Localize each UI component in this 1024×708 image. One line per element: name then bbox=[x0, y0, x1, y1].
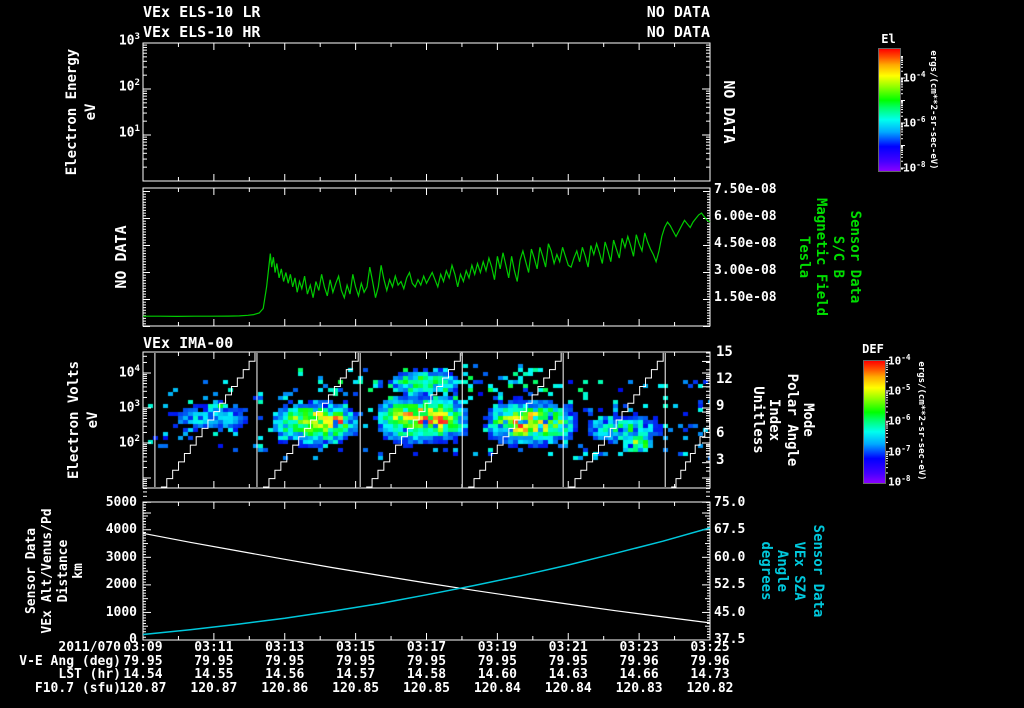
ima-right-label-index: Index bbox=[766, 398, 782, 442]
ima-colorbar-title: DEF bbox=[862, 342, 884, 356]
ima-cbar-tick: 10-8 bbox=[888, 474, 911, 489]
mag-ytick: 3.00e-08 bbox=[714, 263, 777, 279]
eph-alt-tick: 4000 bbox=[105, 522, 137, 538]
eph-left-label-alt: VEx Alt/Venus/Pd bbox=[40, 508, 55, 634]
mag-nodata: NO DATA bbox=[112, 225, 130, 289]
els-colorbar-unit: ergs/(cm**2-sr-sec-eV) bbox=[928, 50, 938, 170]
ima-right-label-polar-angle: Polar Angle bbox=[784, 373, 800, 467]
els-ylabel-unit: eV bbox=[83, 103, 99, 121]
els-cbar-tick: 10-6 bbox=[903, 115, 926, 130]
ima-ytick: 103 bbox=[118, 399, 140, 416]
science-summary-plot: VEx ELS-10 LR VEx ELS-10 HR NO DATA NO D… bbox=[0, 0, 1024, 708]
eph-sza-tick: 75.0 bbox=[714, 495, 746, 510]
time-label: 03:19 bbox=[477, 640, 517, 655]
mag-ytick: 4.50e-08 bbox=[714, 236, 777, 252]
els-ylabel: Electron Energy bbox=[64, 48, 80, 176]
lst-value: 14.57 bbox=[336, 667, 376, 682]
f107-value: 120.87 bbox=[119, 681, 167, 696]
ima-right-label-mode: Mode bbox=[800, 403, 816, 437]
els-hr-nodata: NO DATA bbox=[646, 23, 710, 41]
ima-index-tick: 12 bbox=[716, 371, 733, 388]
eph-right-label-sza: VEx SZA bbox=[791, 541, 807, 601]
f107-value: 120.85 bbox=[332, 681, 380, 696]
table-row-label-lst: LST (hr) bbox=[58, 667, 121, 682]
time-label: 03:17 bbox=[406, 640, 447, 655]
eph-sza-tick: 52.5 bbox=[714, 577, 746, 593]
eph-sza-tick: 60.0 bbox=[714, 549, 746, 565]
time-label: 03:13 bbox=[265, 640, 305, 655]
ima-cbar-tick: 10-4 bbox=[888, 352, 911, 368]
ima-index-tick: 9 bbox=[716, 398, 725, 415]
els-cbar-tick: 10-8 bbox=[903, 160, 926, 175]
ima-colorbar bbox=[863, 360, 886, 484]
ima-cbar-tick: 10-5 bbox=[888, 382, 911, 398]
els-ytick: 102 bbox=[118, 78, 140, 95]
ima-cbar-tick: 10-6 bbox=[888, 413, 911, 428]
els-lr-title: VEx ELS-10 LR bbox=[143, 3, 261, 21]
time-label: 03:25 bbox=[690, 640, 730, 655]
mag-quantity-label: Magnetic Field bbox=[813, 197, 829, 317]
ima-ylabel: Electron Volts bbox=[66, 360, 82, 480]
els-hr-title: VEx ELS-10 HR bbox=[143, 23, 261, 41]
ima-index-tick: 3 bbox=[716, 452, 725, 469]
ima-right-label-unitless: Unitless bbox=[750, 386, 766, 454]
f107-value: 120.84 bbox=[473, 681, 521, 696]
ima-ytick: 102 bbox=[118, 434, 140, 451]
lst-value: 14.63 bbox=[548, 667, 588, 682]
lst-value: 14.54 bbox=[123, 667, 163, 682]
mag-ytick: 7.50e-08 bbox=[714, 182, 777, 197]
eph-left-label-distance: Distance bbox=[56, 539, 71, 603]
ima-ytick: 104 bbox=[118, 364, 140, 381]
els-lr-nodata: NO DATA bbox=[646, 3, 710, 21]
els-nodata-overlay: NO DATA bbox=[720, 80, 738, 144]
eph-alt-tick: 2000 bbox=[105, 577, 137, 593]
eph-right-label-sensor: Sensor Data bbox=[810, 524, 826, 618]
f107-value: 120.82 bbox=[686, 681, 734, 696]
eph-alt-tick: 3000 bbox=[105, 549, 137, 565]
lst-value: 14.66 bbox=[619, 667, 659, 682]
eph-left-label-km: km bbox=[71, 563, 86, 579]
mag-ytick: 1.50e-08 bbox=[714, 290, 777, 306]
eph-right-label-angle: Angle bbox=[774, 549, 790, 593]
eph-right-label-degrees: degrees bbox=[758, 541, 774, 601]
f107-value: 120.87 bbox=[190, 681, 238, 696]
time-label: 03:21 bbox=[548, 640, 588, 655]
mag-source-label: S/C B bbox=[830, 235, 846, 279]
ima-index-tick: 15 bbox=[716, 344, 733, 360]
mag-sensor-label: Sensor Data bbox=[847, 210, 863, 304]
mag-ytick: 6.00e-08 bbox=[714, 209, 777, 225]
lst-value: 14.58 bbox=[406, 667, 447, 682]
els-colorbar bbox=[878, 48, 901, 172]
els-cbar-tick: 10-4 bbox=[903, 70, 926, 85]
els-colorbar-title: El bbox=[881, 32, 896, 46]
time-label: 03:23 bbox=[619, 640, 659, 655]
f107-value: 120.83 bbox=[615, 681, 663, 696]
lst-value: 14.56 bbox=[265, 667, 305, 682]
els-ytick: 103 bbox=[118, 32, 140, 49]
eph-sza-tick: 45.0 bbox=[714, 604, 746, 620]
lst-value: 14.73 bbox=[690, 667, 730, 682]
eph-left-label-sensor: Sensor Data bbox=[24, 527, 39, 615]
eph-sza-tick: 67.5 bbox=[714, 522, 746, 538]
lst-value: 14.55 bbox=[194, 667, 234, 682]
eph-alt-tick: 5000 bbox=[105, 495, 137, 510]
mag-unit-label: Tesla bbox=[796, 235, 812, 279]
els-ytick: 101 bbox=[118, 124, 140, 141]
lst-value: 14.60 bbox=[477, 667, 517, 682]
ima-cbar-tick: 10-7 bbox=[888, 443, 911, 459]
f107-value: 120.86 bbox=[261, 681, 309, 696]
ima-colorbar-unit: ergs/(cm**2-sr-sec-eV) bbox=[916, 361, 926, 481]
time-label: 03:11 bbox=[194, 640, 234, 655]
ima-title: VEx IMA-00 bbox=[143, 334, 234, 352]
table-row-label-f107: F10.7 (sfu) bbox=[34, 681, 121, 696]
time-label: 03:15 bbox=[336, 640, 376, 655]
time-label: 03:09 bbox=[123, 640, 163, 655]
ima-index-tick: 6 bbox=[716, 425, 725, 442]
eph-alt-tick: 1000 bbox=[105, 604, 137, 620]
ima-spectrogram-canvas bbox=[143, 352, 710, 488]
f107-value: 120.84 bbox=[544, 681, 592, 696]
f107-value: 120.85 bbox=[403, 681, 450, 696]
